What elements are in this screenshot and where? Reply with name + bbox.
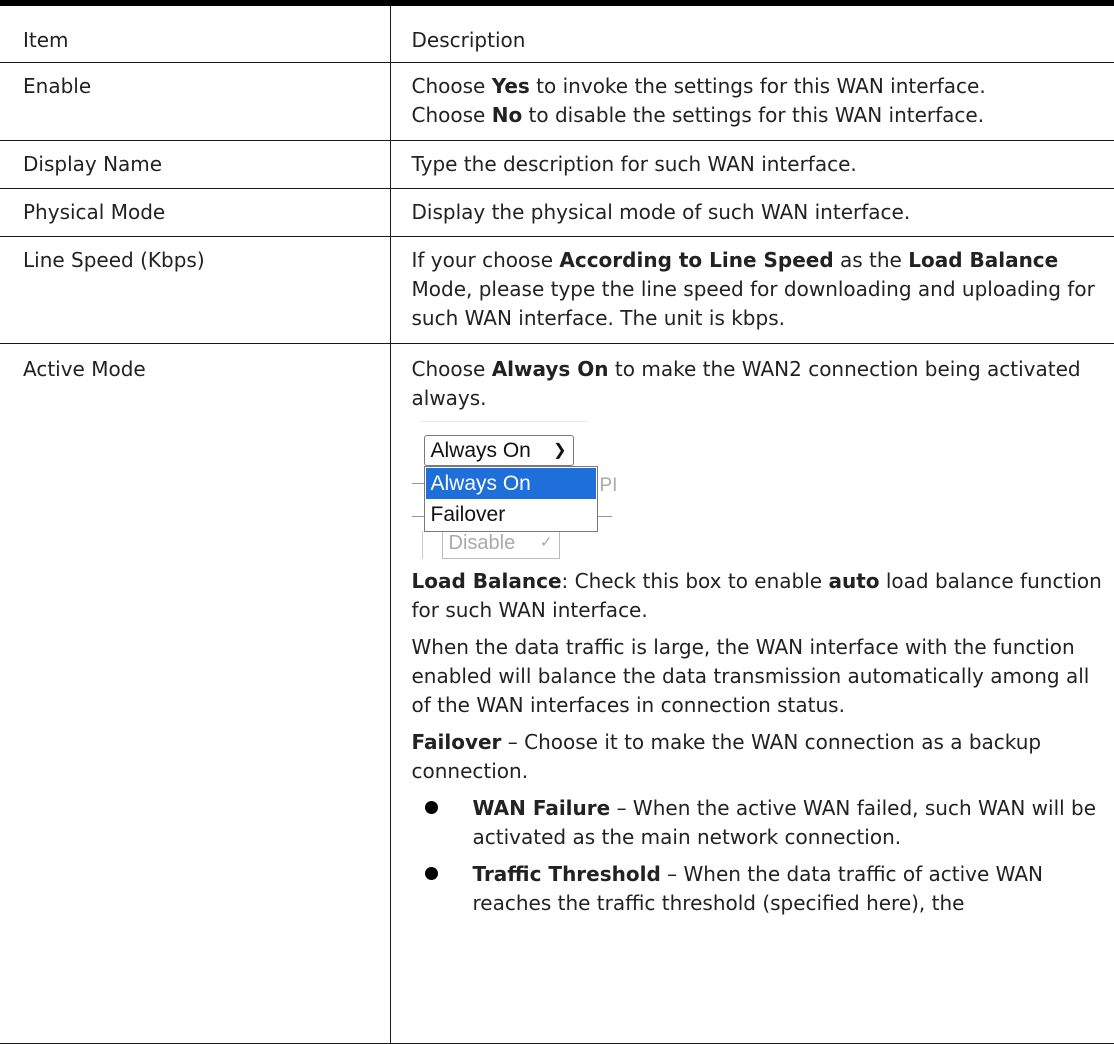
table-row: Display Name Type the description for su… (0, 139, 1114, 189)
desc-active-mode: Choose Always On to make the WAN2 connec… (389, 342, 1114, 1044)
table-row: Line Speed (Kbps) If your choose Accordi… (0, 235, 1114, 344)
divider (597, 515, 612, 517)
bold-term: Load Balance (908, 247, 1059, 272)
text: as the (833, 247, 909, 272)
text: Choose (411, 102, 492, 127)
load-balance-paragraph: Load Balance: Check this box to enable a… (412, 567, 1109, 625)
bold-term: No (491, 102, 523, 127)
item-active-mode: Active Mode (0, 342, 391, 1044)
divider (421, 530, 423, 559)
failover-options-list: WAN Failure – When the active WAN failed… (412, 794, 1109, 918)
divider (419, 420, 588, 422)
text: Choose (411, 356, 492, 381)
text: Mode (411, 276, 467, 301)
active-mode-select[interactable]: Always On ❯ (423, 434, 574, 466)
bold-term: Failover (411, 729, 502, 754)
bullet-icon (424, 800, 438, 814)
item-physical-mode: Physical Mode (0, 187, 391, 237)
header-item: Item (0, 6, 391, 63)
ghost-label: PI (599, 474, 618, 496)
desc-display-name: Type the description for such WAN interf… (389, 139, 1114, 189)
chevron-down-icon: ✓ (539, 533, 553, 551)
table-header-row: Item Description (0, 6, 1114, 63)
bold-term: Traffic Threshold (472, 861, 661, 886)
bold-term: auto (828, 568, 880, 593)
text: to disable the settings for this WAN int… (522, 102, 985, 127)
item-line-speed: Line Speed (Kbps) (0, 235, 391, 344)
desc-enable-line1: Choose Yes to invoke the settings for th… (412, 72, 1109, 101)
table-row: Enable Choose Yes to invoke the settings… (0, 61, 1114, 141)
chevron-down-icon: ❯ (553, 441, 567, 459)
desc-enable: Choose Yes to invoke the settings for th… (389, 61, 1114, 141)
text: , please type the line speed for downloa… (411, 276, 1095, 330)
text: If your choose (411, 247, 560, 272)
item-display-name: Display Name (0, 139, 391, 189)
option-failover[interactable]: Failover (425, 499, 597, 530)
active-mode-dropdown-screenshot: PI Disable ✓ Always On ❯ Always On Failove… (411, 420, 617, 561)
bold-term: Load Balance (411, 568, 562, 593)
bold-term: Always On (491, 356, 609, 381)
bullet-icon (424, 866, 438, 880)
text: : Check this box to enable (561, 568, 829, 593)
table-row: Physical Mode Display the physical mode … (0, 187, 1114, 237)
failover-paragraph: Failover – Choose it to make the WAN con… (412, 728, 1109, 786)
text: to invoke the settings for this WAN inte… (529, 73, 986, 98)
ghost-select-value: Disable (448, 531, 516, 554)
text: Choose (411, 73, 492, 98)
bold-term: Yes (491, 73, 530, 98)
table-row: Active Mode Choose Always On to make the… (0, 342, 1114, 1044)
item-enable: Enable (0, 61, 391, 141)
active-mode-intro: Choose Always On to make the WAN2 connec… (412, 355, 1109, 413)
ghost-select: Disable ✓ (441, 530, 560, 559)
list-item: Traffic Threshold – When the data traffi… (412, 860, 1109, 918)
active-mode-options: Always On Failover (423, 465, 598, 532)
desc-physical-mode: Display the physical mode of such WAN in… (389, 187, 1114, 237)
desc-line-speed: If your choose According to Line Speed a… (389, 235, 1114, 344)
desc-enable-line2: Choose No to disable the settings for th… (412, 101, 1109, 130)
option-always-on[interactable]: Always On (425, 467, 596, 499)
select-value: Always On (430, 438, 531, 462)
bold-term: According to Line Speed (559, 247, 834, 272)
bold-term: WAN Failure (472, 795, 611, 820)
settings-table: Item Description Enable Choose Yes to in… (0, 6, 1114, 1044)
header-description: Description (389, 6, 1114, 63)
text: – Choose it to make the WAN connection a… (411, 729, 1042, 783)
load-balance-detail: When the data traffic is large, the WAN … (411, 634, 1090, 717)
list-item: WAN Failure – When the active WAN failed… (412, 794, 1109, 852)
